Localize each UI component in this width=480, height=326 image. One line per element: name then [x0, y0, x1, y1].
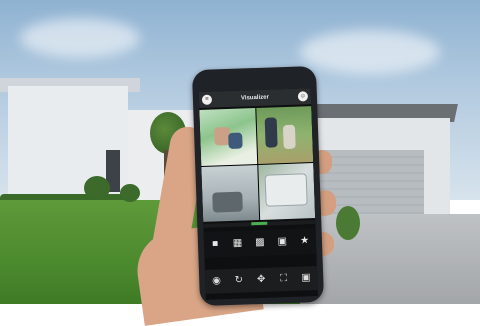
- layout-quad-button[interactable]: ▦: [232, 238, 243, 249]
- person-figure: [228, 132, 243, 150]
- house-figure: [212, 191, 243, 213]
- profile-icon[interactable]: ☺: [297, 91, 309, 102]
- playback-icon[interactable]: ↻: [233, 275, 245, 287]
- phone-screen: ≡ Visualizer ☺ ■ ▦ ▩ ▣ ★ ◉ ↻ ✥ ⛶ ▣: [198, 88, 318, 300]
- camera-tile-1[interactable]: [199, 108, 257, 166]
- favorites-button[interactable]: ★: [300, 235, 310, 246]
- record-icon[interactable]: ▣: [300, 272, 312, 284]
- layout-sixteen-button[interactable]: ▣: [277, 236, 287, 247]
- app-header: ≡ Visualizer ☺: [198, 88, 312, 109]
- layout-toolbar: ■ ▦ ▩ ▣ ★: [203, 228, 317, 258]
- camera-tile-4[interactable]: [257, 162, 316, 220]
- person-figure: [282, 124, 296, 150]
- ptz-icon[interactable]: ✥: [255, 274, 267, 286]
- bush: [84, 176, 110, 200]
- camera-tile-2[interactable]: [255, 106, 314, 164]
- control-toolbar: ◉ ↻ ✥ ⛶ ▣: [204, 265, 318, 294]
- app-title: Visualizer: [240, 94, 269, 102]
- person-figure: [264, 117, 278, 148]
- page-indicator-active: [251, 221, 268, 226]
- room-figure: [264, 172, 308, 207]
- driveway: [300, 214, 480, 304]
- camera-tile-3[interactable]: [201, 164, 259, 222]
- bush: [336, 206, 360, 240]
- fullscreen-icon[interactable]: ⛶: [277, 273, 289, 285]
- snapshot-icon[interactable]: ◉: [210, 275, 222, 287]
- camera-grid: [199, 106, 316, 222]
- layout-nine-button[interactable]: ▩: [255, 237, 265, 248]
- bush: [120, 184, 140, 202]
- layout-single-button[interactable]: ■: [210, 238, 220, 249]
- menu-icon[interactable]: ≡: [201, 94, 213, 105]
- cloud: [300, 30, 440, 74]
- cloud: [20, 18, 140, 58]
- phone-device: ≡ Visualizer ☺ ■ ▦ ▩ ▣ ★ ◉ ↻ ✥ ⛶ ▣: [191, 65, 325, 307]
